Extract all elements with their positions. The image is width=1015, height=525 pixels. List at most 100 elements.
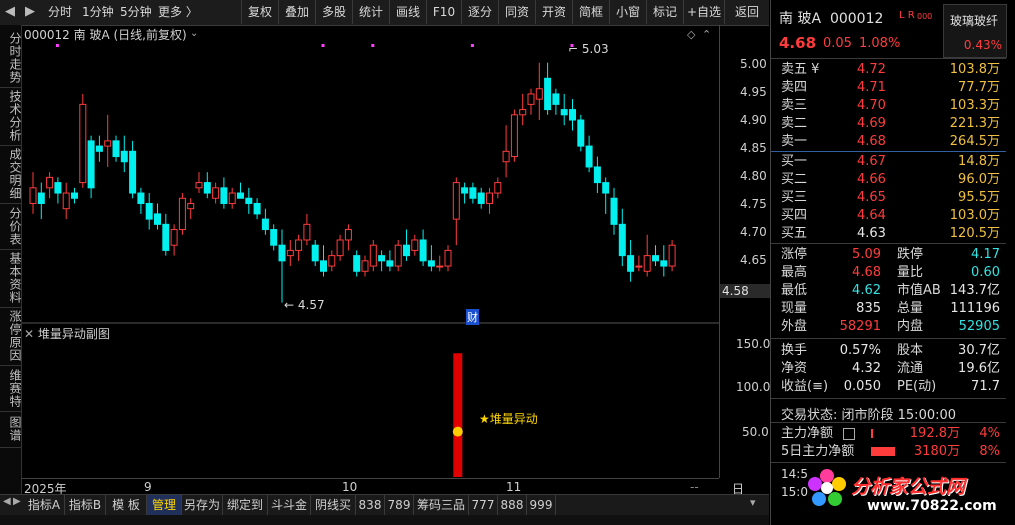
btn-simple-frame[interactable]: 简框: [572, 0, 609, 24]
candle[interactable]: [510, 114, 518, 158]
flow-row[interactable]: 主力净额 192.8万 4%: [771, 425, 1006, 442]
tab-5min[interactable]: 5分钟: [120, 0, 152, 24]
candle[interactable]: [535, 88, 543, 100]
candle[interactable]: [195, 182, 203, 189]
candle[interactable]: [403, 244, 410, 257]
candle[interactable]: [178, 197, 186, 231]
tab-yinxianmai[interactable]: 阴线买: [311, 495, 356, 515]
candle[interactable]: [203, 182, 211, 194]
candle[interactable]: [261, 218, 269, 231]
candle[interactable]: [303, 223, 311, 241]
candle[interactable]: [336, 239, 344, 257]
candle[interactable]: [328, 255, 336, 267]
candle[interactable]: [643, 255, 651, 272]
tab-intraday[interactable]: 分时: [48, 0, 72, 24]
tab-777[interactable]: 777: [469, 495, 498, 515]
btn-multi-stock[interactable]: 多股: [315, 0, 352, 24]
tab-manage[interactable]: 管理: [147, 495, 182, 515]
candle[interactable]: [519, 109, 527, 116]
btn-minute[interactable]: 逐分: [461, 0, 498, 24]
tab-indicator-a[interactable]: 指标A: [24, 495, 65, 515]
bid-row[interactable]: 买二 4.66 96.0万: [771, 171, 1006, 188]
candle[interactable]: [369, 244, 377, 267]
ask-row[interactable]: 卖一 4.68 264.5万: [771, 133, 1006, 150]
tab-doudoujin[interactable]: 斗斗金: [268, 495, 311, 515]
tab-999[interactable]: 999: [527, 495, 556, 515]
btn-overlay[interactable]: 叠加: [278, 0, 315, 24]
vtab-intraday-trend[interactable]: 分时走势: [0, 29, 22, 88]
volume-anomaly-bar[interactable]: [453, 353, 463, 477]
date-axis-scroll[interactable]: --: [690, 480, 699, 494]
candle[interactable]: [652, 255, 659, 262]
candle[interactable]: [245, 197, 253, 204]
tab-chouma[interactable]: 筹码三品: [414, 495, 469, 515]
candle[interactable]: [286, 249, 294, 257]
vtab-graph[interactable]: 图谱: [0, 411, 22, 448]
bid-row[interactable]: 买五 4.63 120.5万: [771, 225, 1006, 242]
bid-row[interactable]: 买四 4.64 103.0万: [771, 207, 1006, 224]
candle[interactable]: [361, 260, 369, 272]
candle[interactable]: [477, 192, 485, 204]
candle[interactable]: [411, 239, 419, 251]
tab-bind-to[interactable]: 绑定到: [223, 495, 268, 515]
event-marker[interactable]: [470, 44, 474, 47]
candle[interactable]: [62, 192, 70, 210]
candle[interactable]: [602, 182, 610, 194]
arrow-right-icon[interactable]: ▶: [13, 496, 21, 507]
bid-row[interactable]: 买一 4.67 14.8万: [771, 153, 1006, 170]
candle[interactable]: [154, 213, 161, 225]
tab-789[interactable]: 789: [385, 495, 414, 515]
btn-tongzi[interactable]: 同资: [498, 0, 535, 24]
candle[interactable]: [486, 192, 493, 204]
candle[interactable]: [610, 197, 618, 225]
ask-row[interactable]: 卖三 4.70 103.3万: [771, 97, 1006, 114]
tab-template[interactable]: 模 板: [106, 495, 147, 515]
candle[interactable]: [386, 260, 394, 267]
tab-838[interactable]: 838: [356, 495, 385, 515]
tab-888[interactable]: 888: [498, 495, 527, 515]
expand-icon[interactable]: ▾: [750, 496, 756, 509]
tab-indicator-b[interactable]: 指标B: [65, 495, 106, 515]
candle[interactable]: [278, 244, 286, 262]
candle[interactable]: [95, 145, 103, 152]
candle[interactable]: [270, 229, 278, 246]
candle[interactable]: [378, 255, 386, 262]
sector-box[interactable]: 玻璃玻纤 0.43%: [943, 4, 1007, 58]
btn-draw-line[interactable]: 画线: [389, 0, 426, 24]
flow-row[interactable]: 5日主力净额 3180万 8%: [771, 443, 1006, 460]
candle[interactable]: [569, 109, 576, 121]
candle[interactable]: [469, 187, 477, 199]
btn-add-watchlist[interactable]: +自选: [683, 0, 724, 24]
candle[interactable]: [37, 192, 45, 204]
candle[interactable]: [311, 244, 319, 262]
btn-mark[interactable]: 标记: [646, 0, 683, 24]
candle[interactable]: [660, 260, 668, 267]
candle[interactable]: [104, 140, 112, 147]
nav-forward-icon[interactable]: ▶: [25, 4, 35, 19]
candle[interactable]: [344, 229, 352, 241]
tab-more[interactable]: 更多 〉: [158, 0, 198, 24]
candle[interactable]: [129, 150, 137, 194]
candle[interactable]: [29, 187, 37, 204]
candle[interactable]: [112, 140, 120, 158]
vtab-basic-info[interactable]: 基本资料: [0, 249, 22, 308]
candle[interactable]: [253, 202, 261, 215]
ask-row[interactable]: 卖五 ¥4.72 103.8万: [771, 61, 1006, 78]
candle[interactable]: [394, 244, 402, 267]
event-marker[interactable]: [55, 44, 59, 47]
candle[interactable]: [427, 260, 435, 267]
candle[interactable]: [593, 166, 601, 184]
candle[interactable]: [220, 187, 228, 204]
nav-back-icon[interactable]: ◀: [5, 4, 15, 19]
candle[interactable]: [668, 244, 676, 267]
candle[interactable]: [461, 187, 469, 194]
vtab-trade-detail[interactable]: 成交明细: [0, 145, 22, 204]
candle[interactable]: [494, 182, 502, 194]
candle[interactable]: [444, 249, 452, 267]
event-marker[interactable]: [371, 44, 375, 47]
candle[interactable]: [627, 255, 635, 272]
candle[interactable]: [436, 265, 444, 268]
candle[interactable]: [635, 265, 643, 268]
event-marker[interactable]: [321, 44, 325, 47]
vtab-limit-reason[interactable]: 涨停原因: [0, 307, 22, 366]
